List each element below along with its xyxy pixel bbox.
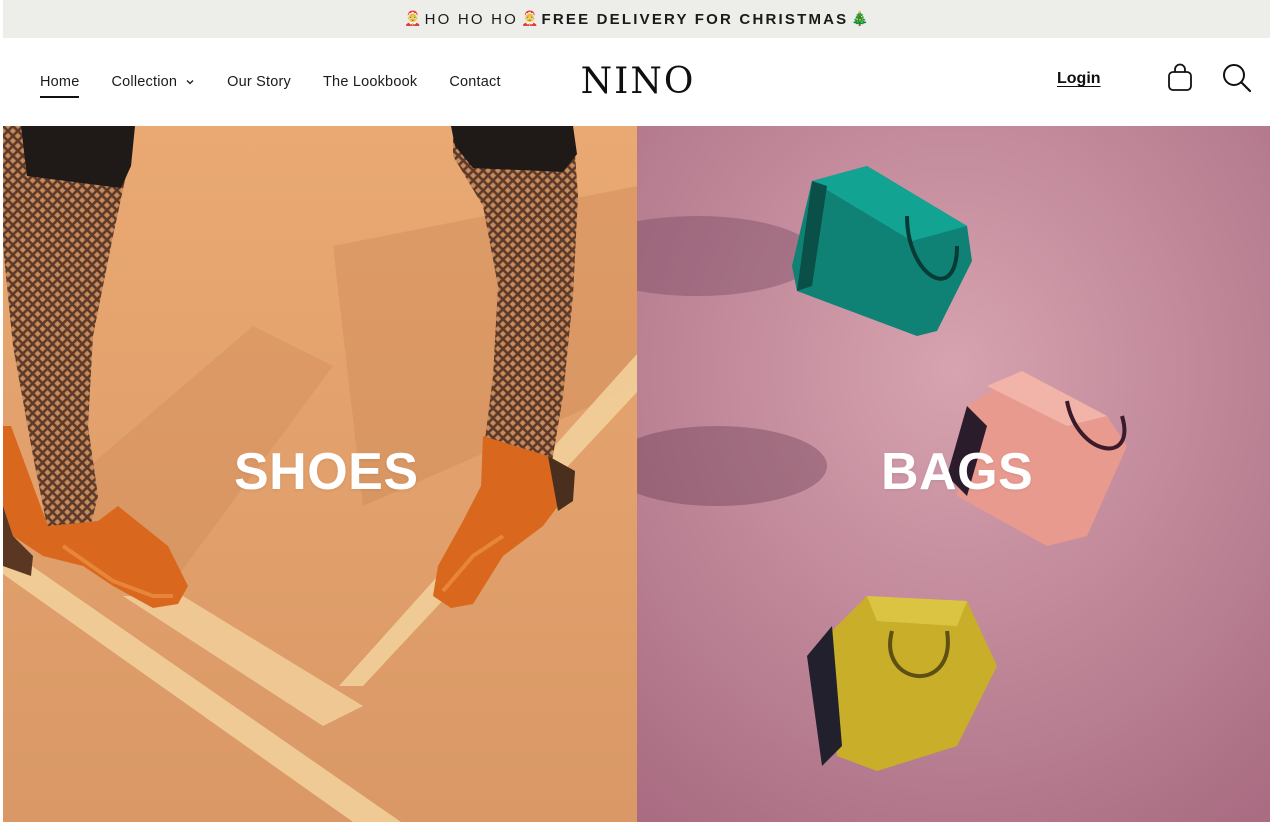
search-icon[interactable] xyxy=(1221,62,1253,94)
chevron-down-icon xyxy=(186,80,194,85)
announcement-text: FREE DELIVERY FOR CHRISTMAS xyxy=(541,10,849,28)
shoes-category-tile[interactable]: SHOES xyxy=(3,126,637,822)
nav-item-home[interactable]: Home xyxy=(40,74,80,98)
site-header: Home Collection Our Story The Lookbook C… xyxy=(3,38,1270,126)
bags-category-label[interactable]: BAGS xyxy=(881,442,1033,502)
nav-item-collection[interactable]: Collection xyxy=(111,74,195,90)
nav-item-label: Our Story xyxy=(227,74,291,90)
main-nav: Home Collection Our Story The Lookbook C… xyxy=(40,38,533,126)
christmas-tree-emoji-icon: 🎄 xyxy=(851,11,869,27)
nav-item-contact[interactable]: Contact xyxy=(449,74,500,90)
shoes-category-label[interactable]: SHOES xyxy=(234,442,419,502)
bags-category-tile[interactable]: BAGS xyxy=(637,126,1270,822)
shopping-bag-icon[interactable] xyxy=(1166,63,1194,93)
login-link[interactable]: Login xyxy=(1057,70,1101,88)
announcement-bar: 🤶 HO HO HO 🤶 FREE DELIVERY FOR CHRISTMAS… xyxy=(3,0,1270,38)
santa-emoji-icon: 🤶 xyxy=(521,11,539,27)
nav-item-label: Collection xyxy=(111,74,178,90)
brand-logo[interactable]: NINO xyxy=(573,60,703,104)
nav-item-our-story[interactable]: Our Story xyxy=(227,74,291,90)
nav-item-label: The Lookbook xyxy=(323,74,418,90)
announcement-prefix: HO HO HO xyxy=(424,10,519,28)
nav-item-lookbook[interactable]: The Lookbook xyxy=(323,74,417,90)
santa-emoji-icon: 🤶 xyxy=(404,11,422,27)
nav-item-label: Contact xyxy=(449,74,501,90)
nav-item-label: Home xyxy=(40,74,80,90)
